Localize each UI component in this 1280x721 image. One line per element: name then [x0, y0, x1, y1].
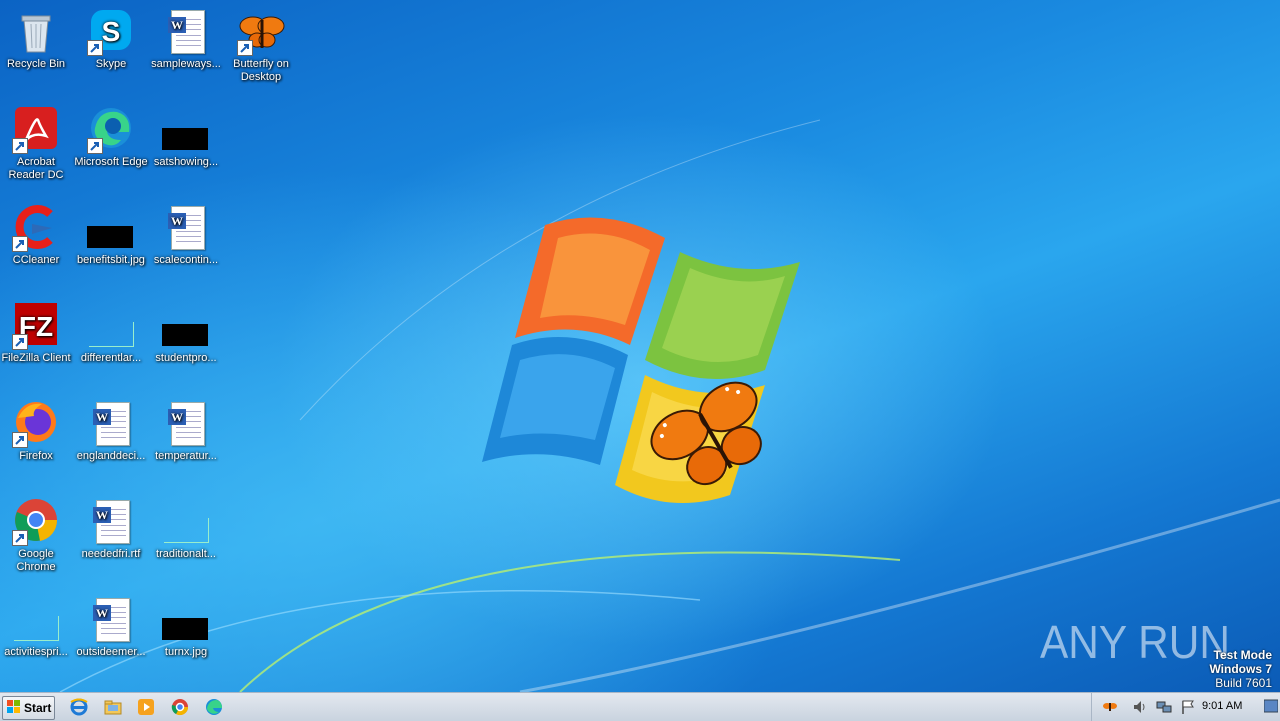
shortcut-arrow-icon [12, 236, 28, 252]
icon-label: Recycle Bin [6, 58, 66, 70]
chrome-icon[interactable] [168, 696, 192, 718]
shortcut-arrow-icon [237, 40, 253, 56]
icon-label: scalecontin... [153, 254, 219, 266]
recycle-bin-icon[interactable]: Recycle Bin [0, 8, 74, 71]
word-document-icon[interactable]: W temperatur... [148, 400, 224, 463]
watermark-line3: Build 7601 [1215, 676, 1272, 690]
ccleaner-icon[interactable]: CCleaner [0, 204, 74, 267]
icon-label: differentlar... [80, 352, 142, 364]
windows-explorer-icon[interactable] [101, 696, 125, 718]
desktop[interactable]: Recycle Bin S Skype W sampleways... Butt… [0, 0, 1280, 692]
system-tray: 9:01 AM [1091, 693, 1280, 721]
icon-label: Acrobat Reader DC [8, 156, 64, 181]
file-icon[interactable]: differentlar... [73, 302, 149, 365]
acrobat-reader-icon[interactable]: Acrobat Reader DC [0, 106, 74, 182]
image-file-icon[interactable]: satshowing... [148, 106, 224, 169]
icon-label: activitiespri... [4, 646, 68, 658]
file-icon[interactable]: traditionalt... [148, 498, 224, 561]
shortcut-arrow-icon [87, 138, 103, 154]
file-thumbnail [164, 518, 209, 543]
internet-explorer-icon[interactable] [67, 696, 91, 718]
media-player-icon[interactable] [134, 696, 158, 718]
google-chrome-icon[interactable]: Google Chrome [0, 498, 74, 574]
start-button[interactable]: Start [2, 696, 55, 720]
icon-label: Firefox [19, 450, 53, 462]
image-thumbnail [87, 226, 133, 248]
icon-label: neededfri.rtf [81, 548, 141, 560]
watermark-line1: Test Mode [1213, 648, 1272, 662]
skype-icon[interactable]: S Skype [73, 8, 149, 71]
windows-flag-icon [7, 699, 21, 717]
network-icon[interactable] [1156, 699, 1172, 715]
firefox-icon[interactable]: Firefox [0, 400, 74, 463]
icon-label: temperatur... [155, 450, 217, 462]
icon-label: studentpro... [155, 352, 217, 364]
icon-label: turnx.jpg [164, 646, 208, 658]
image-file-icon[interactable]: turnx.jpg [148, 596, 224, 659]
taskbar: Start 9:01 AM [0, 692, 1280, 721]
file-icon[interactable]: activitiespri... [0, 596, 74, 659]
microsoft-edge-icon[interactable]: Microsoft Edge [73, 106, 149, 169]
watermark-line2: Windows 7 [1209, 662, 1272, 676]
image-file-icon[interactable]: benefitsbit.jpg [73, 204, 149, 267]
icon-label: englanddeci... [76, 450, 146, 462]
shortcut-arrow-icon [87, 40, 103, 56]
clock[interactable]: 9:01 AM [1202, 700, 1242, 712]
icon-label: outsideemer... [76, 646, 146, 658]
shortcut-arrow-icon [12, 334, 28, 350]
volume-icon[interactable] [1132, 699, 1148, 715]
edge-icon[interactable] [202, 696, 226, 718]
shortcut-arrow-icon [12, 432, 28, 448]
butterfly-shortcut-icon[interactable]: Butterfly on Desktop [223, 8, 299, 84]
show-desktop-button[interactable] [1263, 698, 1279, 714]
word-document-icon[interactable]: W scalecontin... [148, 204, 224, 267]
word-document-icon[interactable]: W outsideemer... [73, 596, 149, 659]
image-file-icon[interactable]: studentpro... [148, 302, 224, 365]
file-thumbnail [89, 322, 134, 347]
icon-label: sampleways... [151, 58, 221, 70]
icon-label: FileZilla Client [1, 352, 71, 364]
filezilla-icon[interactable]: FZ FileZilla Client [0, 302, 74, 365]
word-document-icon[interactable]: W sampleways... [148, 8, 224, 71]
icon-label: Google Chrome [16, 548, 56, 573]
file-thumbnail [14, 616, 59, 641]
svg-text:S: S [102, 16, 121, 47]
rtf-document-icon[interactable]: W neededfri.rtf [73, 498, 149, 561]
image-thumbnail [162, 618, 208, 640]
word-document-icon[interactable]: W englanddeci... [73, 400, 149, 463]
image-thumbnail [162, 324, 208, 346]
anyrun-text: ANY RUN [1040, 616, 1230, 668]
action-center-flag-icon[interactable] [1180, 699, 1196, 715]
test-mode-watermark: Test Mode Windows 7 Build 7601 [1209, 648, 1272, 690]
icon-label: CCleaner [12, 254, 60, 266]
icon-label: satshowing... [153, 156, 219, 168]
icon-label: Skype [95, 58, 127, 70]
icon-label: traditionalt... [156, 548, 216, 560]
icon-label: Butterfly on Desktop [233, 58, 289, 83]
start-label: Start [24, 701, 52, 715]
icon-label: benefitsbit.jpg [77, 254, 145, 266]
icon-label: Microsoft Edge [74, 156, 148, 168]
shortcut-arrow-icon [12, 138, 28, 154]
shortcut-arrow-icon [12, 530, 28, 546]
butterfly-tray-icon[interactable] [1102, 699, 1118, 715]
image-thumbnail [162, 128, 208, 150]
